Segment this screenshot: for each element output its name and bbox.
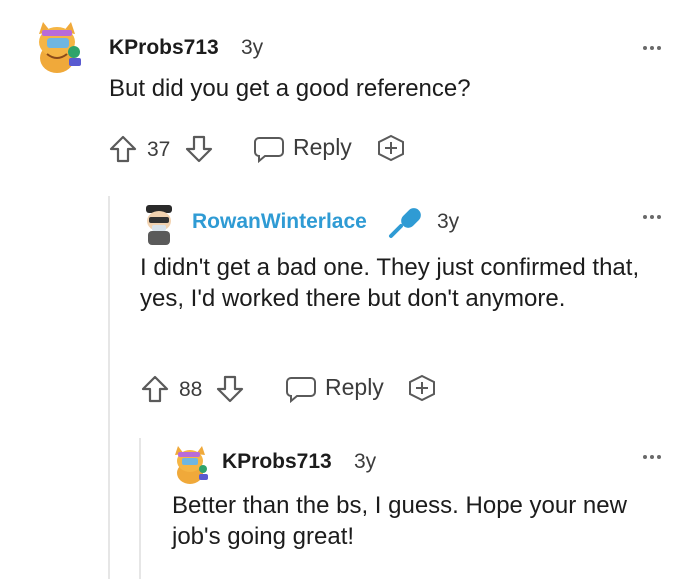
- award-plus-icon[interactable]: [407, 373, 437, 403]
- reply-label: Reply: [325, 374, 384, 400]
- comment-username-op[interactable]: RowanWinterlace: [192, 210, 367, 234]
- speech-bubble-icon: [254, 137, 284, 163]
- upvote-arrow-icon[interactable]: [108, 134, 138, 164]
- reply-label: Reply: [293, 134, 352, 160]
- comment-age: 3y: [241, 36, 264, 59]
- downvote-arrow-icon[interactable]: [184, 134, 214, 164]
- reply-button[interactable]: Reply: [285, 373, 385, 405]
- downvote-arrow-icon[interactable]: [215, 374, 245, 404]
- more-options-icon[interactable]: [643, 46, 661, 50]
- comment-username[interactable]: KProbs713: [222, 450, 332, 474]
- award-plus-icon[interactable]: [376, 133, 406, 163]
- thread-line-1[interactable]: [108, 196, 110, 579]
- vote-count: 88: [179, 378, 203, 401]
- avatar[interactable]: [140, 203, 178, 247]
- vote-count: 37: [147, 138, 171, 161]
- comment-username[interactable]: KProbs713: [109, 36, 219, 60]
- avatar[interactable]: [172, 441, 210, 485]
- comment-body: Better than the bs, I guess. Hope your n…: [172, 492, 627, 550]
- reply-button[interactable]: Reply: [253, 133, 353, 165]
- upvote-arrow-icon[interactable]: [140, 374, 170, 404]
- comment-body: But did you get a good reference?: [109, 75, 471, 102]
- comment-body: I didn't get a bad one. They just confir…: [140, 254, 640, 312]
- comment-age: 3y: [437, 210, 460, 233]
- avatar[interactable]: [33, 14, 85, 76]
- speech-bubble-icon: [286, 377, 316, 403]
- more-options-icon[interactable]: [643, 455, 661, 459]
- more-options-icon[interactable]: [643, 215, 661, 219]
- thread-line-2[interactable]: [139, 438, 141, 579]
- comment-age: 3y: [354, 450, 377, 473]
- microphone-icon: [389, 208, 421, 238]
